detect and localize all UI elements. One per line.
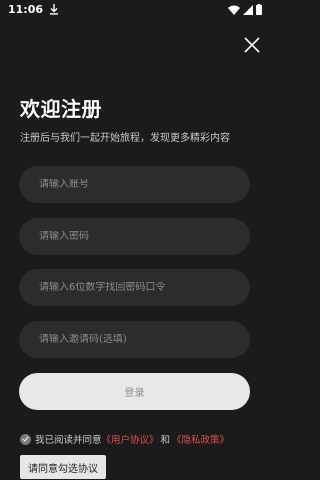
- agreement-prefix: 我已阅读并同意: [35, 435, 102, 446]
- close-icon: [244, 37, 260, 53]
- download-icon: [49, 3, 59, 15]
- status-icons: [228, 0, 262, 19]
- close-button[interactable]: [242, 35, 262, 55]
- battery-icon: [256, 0, 262, 19]
- check-icon: [22, 436, 29, 442]
- invite-code-field[interactable]: [19, 321, 250, 358]
- invite-code-input[interactable]: [39, 334, 230, 345]
- account-input[interactable]: [39, 179, 230, 190]
- agreement-checkbox[interactable]: [20, 433, 31, 445]
- page-subtitle: 注册后与我们一起开始旅程，发现更多精彩内容: [20, 133, 230, 144]
- login-button[interactable]: 登录: [19, 373, 250, 410]
- recovery-code-input[interactable]: [39, 282, 230, 293]
- recovery-code-field[interactable]: [19, 269, 250, 306]
- password-field[interactable]: [19, 218, 250, 255]
- page-title: 欢迎注册: [20, 97, 102, 121]
- status-time: 11:06: [8, 2, 44, 16]
- agreement-row: 我已阅读并同意 《用户协议》 和 《隐私政策》: [20, 432, 229, 446]
- status-bar: 11:06: [0, 0, 270, 18]
- toast-message: 请同意勾选协议: [20, 455, 106, 479]
- password-input[interactable]: [39, 231, 230, 242]
- account-field[interactable]: [19, 166, 250, 203]
- register-screen: 11:06 欢迎注册 注册后与我们一起开始旅程，发现更多精彩内容 请输入账号 请…: [0, 0, 270, 480]
- agreement-and: 和: [160, 435, 171, 446]
- privacy-policy-link[interactable]: 《隐私政策》: [172, 432, 229, 446]
- cellular-signal-icon: [243, 0, 253, 19]
- wifi-icon: [228, 0, 240, 19]
- user-agreement-link[interactable]: 《用户协议》: [102, 432, 159, 446]
